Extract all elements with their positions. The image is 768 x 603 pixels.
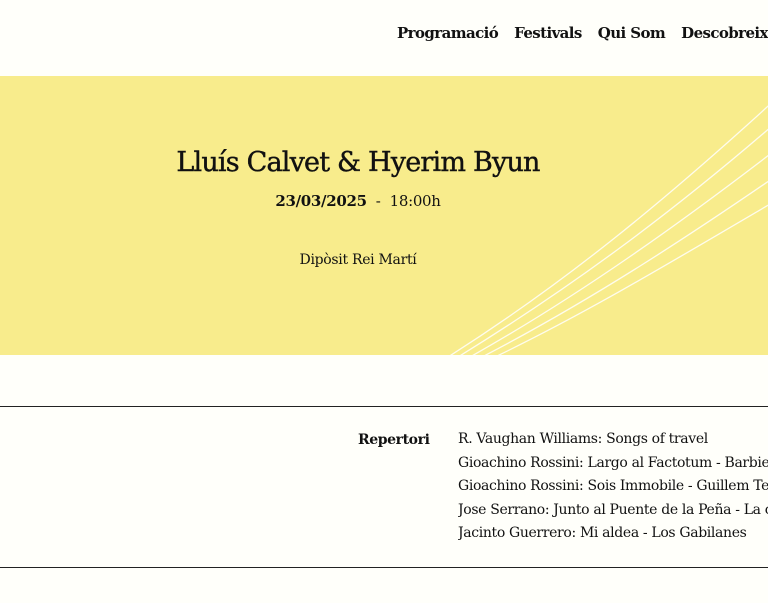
nav-item-programacio[interactable]: Programació [397, 24, 499, 42]
date-time-separator: - [375, 192, 381, 210]
event-time: 18:00h [389, 192, 441, 210]
event-hero: Lluís Calvet & Hyerim Byun 23/03/2025-18… [0, 76, 768, 355]
section-divider-top [0, 406, 768, 407]
decorative-wave-lines [449, 105, 768, 355]
top-navigation: Programació Festivals Qui Som Descobreix… [0, 0, 768, 76]
repertoire-item: Gioachino Rossini: Sois Immobile - Guill… [458, 478, 768, 494]
event-title: Lluís Calvet & Hyerim Byun [176, 147, 540, 178]
event-venue[interactable]: Dipòsit Rei Martí [0, 248, 716, 272]
nav-item-qui-som[interactable]: Qui Som [598, 24, 666, 42]
repertoire-item: R. Vaughan Williams: Songs of travel [458, 431, 708, 447]
nav-item-descobreix-barcelona[interactable]: Descobreix Barcelona [681, 24, 768, 42]
repertoire-list: R. Vaughan Williams: Songs of travel Gio… [458, 428, 768, 546]
repertoire-item: Gioachino Rossini: Largo al Factotum - B… [458, 454, 768, 471]
repertoire-item: Jacinto Guerrero: Mi aldea - Los Gabilan… [458, 525, 747, 541]
main-menu: Programació Festivals Qui Som Descobreix… [397, 24, 768, 42]
section-divider-bottom [0, 567, 768, 568]
repertoire-label: Repertori [358, 432, 430, 448]
repertoire-item: Jose Serrano: Junto al Puente de la Peña… [458, 501, 768, 518]
nav-item-festivals[interactable]: Festivals [514, 24, 582, 42]
event-datetime: 23/03/2025-18:00h [0, 189, 716, 213]
event-date: 23/03/2025 [275, 192, 367, 210]
